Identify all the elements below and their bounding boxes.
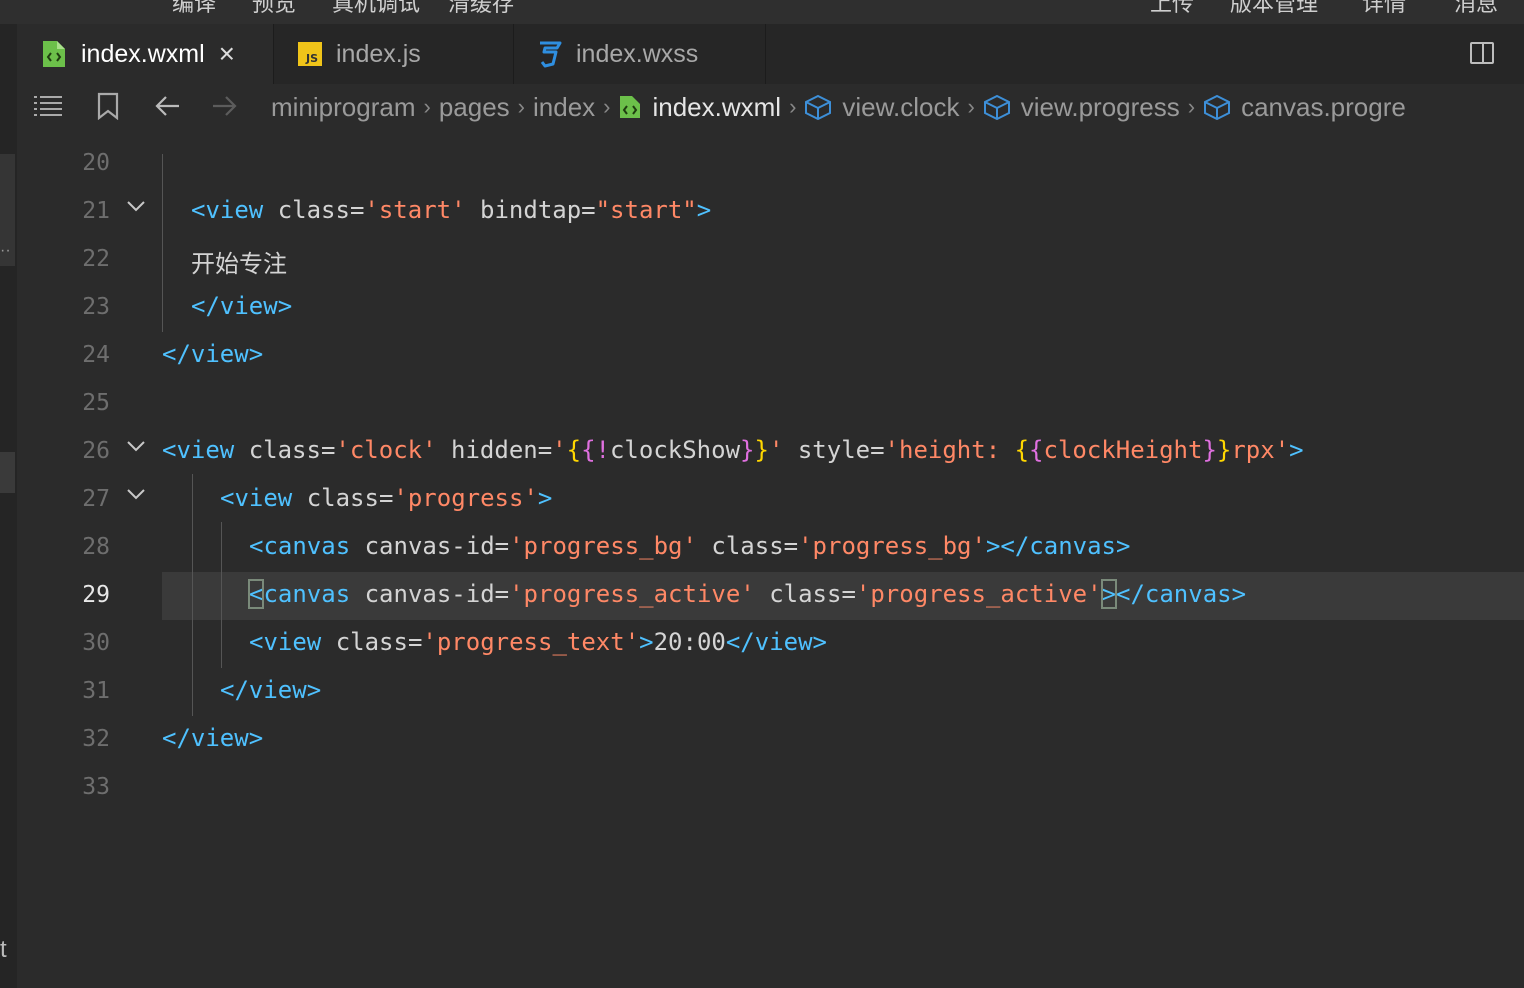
breadcrumb-view-clock[interactable]: view.clock — [842, 92, 959, 123]
tab-label: index.wxml — [81, 39, 205, 68]
code-line-28[interactable]: <canvas canvas-id='progress_bg' class='p… — [249, 532, 1130, 560]
code-line-26[interactable]: <view class='clock' hidden='{{!clockShow… — [162, 436, 1304, 464]
fold-chevron-icon[interactable] — [127, 440, 145, 452]
breadcrumb-miniprogram[interactable]: miniprogram — [271, 92, 416, 123]
chevron-right-icon: › — [1187, 94, 1196, 119]
line-number: 32 — [82, 726, 110, 752]
breadcrumb-file[interactable]: index.wxml — [652, 92, 781, 123]
element-cube-icon — [983, 94, 1010, 120]
list-icon[interactable] — [33, 94, 63, 118]
element-cube-icon — [805, 94, 832, 120]
line-number: 24 — [82, 342, 110, 368]
more-icon[interactable]: ·· — [0, 242, 11, 260]
code-line-23[interactable]: </view> — [191, 292, 292, 320]
chevron-right-icon: › — [967, 94, 975, 119]
svg-text:JS: JS — [305, 52, 318, 65]
code-line-30[interactable]: <view class='progress_text'>20:00</view> — [249, 628, 827, 656]
messages-button[interactable]: 消息 — [1454, 0, 1498, 18]
upload-button[interactable]: 上传 — [1150, 0, 1194, 18]
breadcrumb: miniprogram › pages › index › index.wxml… — [271, 84, 1406, 130]
js-file-icon: JS — [298, 42, 322, 66]
fold-chevron-icon[interactable] — [127, 488, 145, 500]
chevron-right-icon: › — [517, 94, 525, 119]
panel-text-fragment: t — [0, 936, 7, 963]
line-number: 20 — [82, 150, 110, 176]
line-number: 26 — [82, 438, 110, 464]
device-debug-button[interactable]: 真机调试 — [332, 0, 420, 18]
back-arrow-icon[interactable] — [155, 94, 181, 118]
wxml-file-icon — [620, 96, 641, 118]
line-number: 21 — [82, 198, 110, 224]
editor-tab-bar: index.wxml × JS index.js index.wxss — [17, 24, 1524, 85]
tab-label: index.wxss — [576, 39, 699, 68]
code-line-27[interactable]: <view class='progress'> — [220, 484, 552, 512]
line-number: 25 — [82, 390, 110, 416]
indent-guide — [192, 474, 193, 716]
bookmark-icon[interactable] — [97, 92, 119, 120]
breadcrumb-index[interactable]: index — [533, 92, 595, 123]
line-number: 23 — [82, 294, 110, 320]
line-number: 33 — [82, 774, 110, 800]
panel-item-selected[interactable] — [0, 452, 15, 493]
tab-label: index.js — [336, 39, 421, 68]
tab-index-js[interactable]: JS index.js — [274, 24, 514, 84]
chevron-right-icon: › — [423, 94, 431, 119]
breadcrumb-view-progress[interactable]: view.progress — [1021, 92, 1180, 123]
version-button[interactable]: 版本管理 — [1230, 0, 1318, 18]
code-line-29[interactable]: <canvas canvas-id='progress_active' clas… — [247, 579, 1246, 609]
line-number: 27 — [82, 486, 110, 512]
chevron-right-icon: › — [603, 94, 611, 119]
tab-index-wxml[interactable]: index.wxml × — [17, 24, 274, 84]
breadcrumb-pages[interactable]: pages — [439, 92, 510, 123]
line-number-current: 29 — [82, 582, 110, 608]
code-line-31[interactable]: </view> — [220, 676, 321, 704]
tab-index-wxss[interactable]: index.wxss — [514, 24, 766, 84]
line-number: 28 — [82, 534, 110, 560]
indent-guide — [221, 522, 222, 668]
indent-guide — [162, 154, 163, 332]
line-number: 30 — [82, 630, 110, 656]
line-number: 22 — [82, 246, 110, 272]
breadcrumb-canvas[interactable]: canvas.progre — [1241, 92, 1406, 123]
code-line-21[interactable]: <view class='start' bindtap="start"> — [191, 196, 711, 224]
details-button[interactable]: 详情 — [1362, 0, 1406, 18]
element-cube-icon — [1204, 94, 1231, 120]
chevron-right-icon: › — [789, 94, 797, 119]
clear-cache-button[interactable]: 清缓存 — [448, 0, 514, 18]
wxml-file-icon — [43, 41, 65, 67]
css-file-icon — [540, 41, 562, 68]
line-number: 31 — [82, 678, 110, 704]
code-line-24[interactable]: </view> — [162, 340, 263, 368]
code-editor[interactable]: 20 21 22 23 24 25 26 27 28 29 30 31 32 3… — [17, 130, 1524, 988]
code-line-22[interactable]: 开始专注 — [191, 244, 287, 279]
code-line-32[interactable]: </view> — [162, 724, 263, 752]
breadcrumb-bar: miniprogram › pages › index › index.wxml… — [17, 84, 1524, 131]
top-toolbar: 编译 预览 真机调试 清缓存 上传 版本管理 详情 消息 — [0, 0, 1524, 25]
close-icon[interactable]: × — [219, 40, 235, 68]
compile-button[interactable]: 编译 — [172, 0, 216, 18]
fold-chevron-icon[interactable] — [127, 200, 145, 212]
left-panel-edge: ·· t — [0, 24, 18, 988]
preview-button[interactable]: 预览 — [252, 0, 296, 18]
forward-arrow-icon[interactable] — [211, 94, 237, 118]
split-editor-icon[interactable] — [1470, 42, 1494, 64]
